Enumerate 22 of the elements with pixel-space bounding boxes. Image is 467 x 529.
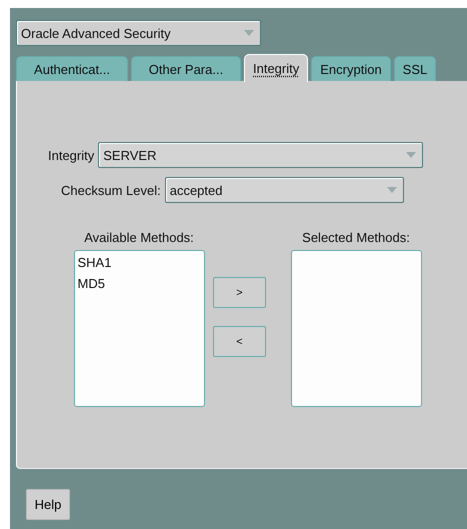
checksum-level-dropdown[interactable]: accepted (164, 177, 404, 203)
move-button[interactable]: < (213, 326, 266, 357)
available-methods-label: Available Methods: (84, 230, 194, 245)
product-dropdown[interactable]: Oracle Advanced Security (16, 20, 261, 46)
help-button[interactable]: Help (26, 489, 70, 520)
tab[interactable]: Integrity (244, 54, 308, 82)
integrity-dropdown[interactable]: SERVER (98, 142, 424, 168)
tab[interactable]: Authenticat... (16, 56, 128, 81)
list-item[interactable]: MD5 (78, 276, 200, 291)
available-methods-list[interactable]: SHA1 MD5 (74, 250, 204, 407)
checksum-level-label: Checksum Level: (61, 182, 161, 198)
caret-icon (406, 152, 416, 158)
caret-icon (244, 30, 254, 36)
tab[interactable]: Other Para... (131, 56, 241, 81)
list-item[interactable]: SHA1 (78, 255, 200, 270)
tab[interactable]: SSL (394, 56, 436, 81)
selected-methods-list[interactable] (290, 250, 422, 407)
integrity-label: Integrity (48, 148, 94, 162)
caret-icon (386, 187, 397, 193)
move-button[interactable]: > (213, 277, 266, 308)
tab[interactable]: Encryption (311, 56, 391, 81)
selected-methods-label: Selected Methods: (302, 230, 410, 245)
